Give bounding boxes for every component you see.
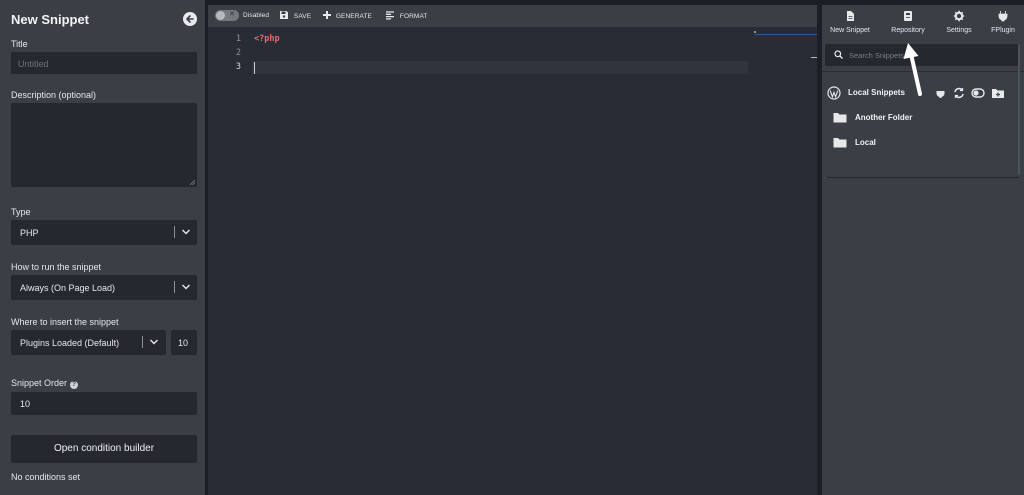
back-button[interactable] xyxy=(183,12,197,26)
chevron-down-icon xyxy=(182,284,190,290)
local-snippets-title: Local Snippets xyxy=(848,88,905,97)
chevron-down-icon xyxy=(150,339,158,345)
file-icon xyxy=(847,11,854,21)
active-line-highlight xyxy=(252,61,748,74)
text-cursor xyxy=(254,62,255,74)
priority-value: 10 xyxy=(178,338,189,348)
search-icon xyxy=(834,50,843,59)
folder-icon xyxy=(833,138,847,148)
chevron-down-icon xyxy=(182,229,190,235)
run-value: Always (On Page Load) xyxy=(20,283,116,293)
print-margin xyxy=(755,34,817,35)
folder-item[interactable]: Local xyxy=(833,136,1013,150)
run-select[interactable]: Always (On Page Load) xyxy=(11,275,197,300)
insert-select[interactable]: Plugins Loaded (Default) xyxy=(11,330,166,355)
title-label: Title xyxy=(11,39,28,49)
sidebar-scrollbar[interactable] xyxy=(1018,45,1020,175)
book-icon xyxy=(904,11,912,21)
folder-name: Another Folder xyxy=(855,113,913,122)
save-icon xyxy=(280,11,288,19)
description-textarea[interactable] xyxy=(11,103,197,187)
tab-settings[interactable]: Settings xyxy=(934,10,984,34)
run-label: How to run the snippet xyxy=(11,262,102,272)
save-button[interactable]: SAVE xyxy=(279,10,311,20)
add-folder-icon[interactable] xyxy=(991,87,1005,99)
help-icon[interactable]: ? xyxy=(70,381,79,389)
title-placeholder: Untitled xyxy=(18,59,49,69)
order-value: 10 xyxy=(20,399,31,409)
type-select[interactable]: PHP xyxy=(11,220,197,245)
status-toggle[interactable]: ✕ xyxy=(215,10,239,21)
gear-icon xyxy=(953,10,965,22)
resize-grip-icon[interactable] xyxy=(189,179,195,185)
generate-button[interactable]: GENERATE xyxy=(322,10,372,20)
folder-item[interactable]: Another Folder xyxy=(833,111,1013,125)
plug-icon xyxy=(998,11,1008,22)
tab-new-snippet[interactable]: New Snippet xyxy=(825,10,875,34)
sync-icon[interactable] xyxy=(953,87,965,99)
order-input[interactable]: 10 xyxy=(11,392,197,415)
editor-toolbar: ✕ Disabled SAVE GENERATE FORMAT xyxy=(208,5,817,27)
tab-repository[interactable]: Repository xyxy=(883,10,933,34)
arrow-left-icon xyxy=(186,15,194,23)
wordpress-icon xyxy=(827,86,841,100)
code-editor[interactable]: 1 2 3 <?php xyxy=(208,27,817,495)
type-label: Type xyxy=(11,207,31,217)
plug-icon[interactable] xyxy=(935,87,946,99)
panel-title: New Snippet xyxy=(11,12,90,27)
line-number: 2 xyxy=(235,48,241,58)
priority-input[interactable]: 10 xyxy=(171,330,197,355)
x-icon: ✕ xyxy=(229,11,235,18)
status-label: Disabled xyxy=(243,12,270,19)
order-label: Snippet Order? xyxy=(11,378,79,389)
toggle-icon[interactable] xyxy=(971,87,985,99)
folder-name: Local xyxy=(855,138,876,147)
annotation-arrow xyxy=(903,43,922,96)
description-label: Description (optional) xyxy=(11,90,97,100)
align-left-icon xyxy=(386,11,394,20)
panel-header: New Snippet xyxy=(11,11,201,29)
type-value: PHP xyxy=(20,228,39,238)
title-input[interactable]: Untitled xyxy=(11,52,197,74)
code-line[interactable]: <?php xyxy=(254,34,280,44)
open-condition-builder-button[interactable]: Open condition builder xyxy=(11,435,197,463)
insert-label: Where to insert the snippet xyxy=(11,317,119,327)
line-number: 1 xyxy=(235,34,241,44)
snippet-settings-panel: New Snippet Title Untitled Description (… xyxy=(0,0,205,495)
conditions-status: No conditions set xyxy=(11,472,81,482)
insert-value: Plugins Loaded (Default) xyxy=(20,338,120,348)
line-number: 3 xyxy=(235,62,241,72)
folder-icon xyxy=(833,113,847,123)
scrollbar-marker[interactable] xyxy=(811,57,817,58)
format-button[interactable]: FORMAT xyxy=(385,10,427,20)
plus-icon xyxy=(323,11,331,19)
tab-fplugin[interactable]: FPlugin xyxy=(978,10,1024,34)
